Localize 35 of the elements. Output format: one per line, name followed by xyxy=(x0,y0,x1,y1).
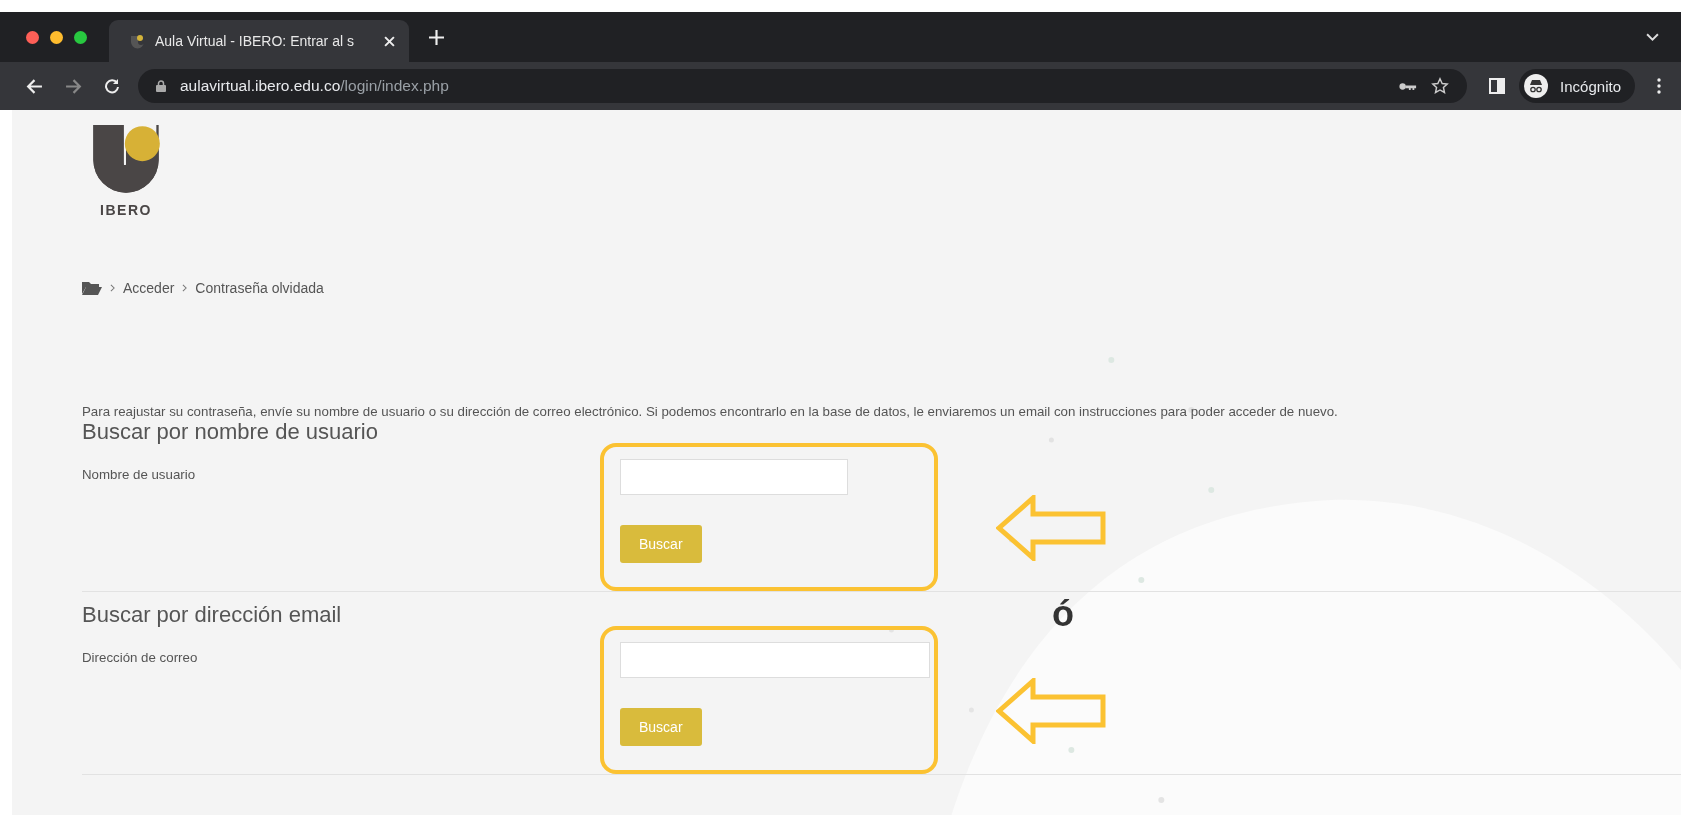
minimize-window-icon[interactable] xyxy=(50,30,63,44)
lock-icon xyxy=(156,80,166,92)
browser-tab[interactable]: Aula Virtual - IBERO: Entrar al s xyxy=(109,20,409,62)
reload-icon[interactable] xyxy=(104,78,120,94)
section-heading: Buscar por dirección email xyxy=(82,602,342,628)
close-window-icon[interactable] xyxy=(26,30,39,44)
chevron-right-icon xyxy=(182,284,188,292)
annotation-text: ó xyxy=(1052,593,1074,635)
logo[interactable]: IBERO xyxy=(88,122,164,218)
maximize-window-icon[interactable] xyxy=(74,30,87,44)
field-label: Nombre de usuario xyxy=(82,466,197,484)
section-heading: Buscar por nombre de usuario xyxy=(82,419,378,445)
field-label: Dirección de correo xyxy=(82,649,199,667)
breadcrumb-link[interactable]: Acceder xyxy=(123,280,175,296)
new-tab-icon[interactable] xyxy=(429,29,444,45)
breadcrumb-link[interactable]: Contraseña olvidada xyxy=(195,280,324,296)
close-icon[interactable] xyxy=(384,35,395,47)
shield-icon xyxy=(129,33,145,49)
arrow-icon xyxy=(996,678,1106,744)
input-field[interactable] xyxy=(620,459,848,495)
folder-icon[interactable] xyxy=(82,280,102,296)
chevron-down-icon[interactable] xyxy=(1646,32,1659,42)
forward-icon[interactable] xyxy=(65,77,82,95)
menu-icon[interactable] xyxy=(1657,78,1661,94)
side-panel-icon[interactable] xyxy=(1489,78,1506,94)
input-field[interactable] xyxy=(620,642,930,678)
arrow-icon xyxy=(996,495,1106,561)
key-icon[interactable] xyxy=(1399,81,1418,91)
star-icon[interactable] xyxy=(1431,77,1450,95)
instructions-text: Para reajustar su contraseña, envíe su nombre de usuario o su dirección de correo electrónico. Si podemos encontrarlo en la base de datos, le enviaremos un email con instrucciones para poder acceder de nuevo. xyxy=(82,404,1339,419)
incognito-profile-button[interactable]: Incógnito xyxy=(1519,69,1635,103)
address-bar[interactable]: aulavirtual.ibero.edu.co/login/index.php xyxy=(138,69,1468,103)
chevron-right-icon xyxy=(110,284,115,292)
back-icon[interactable] xyxy=(26,77,43,95)
incognito-icon xyxy=(1524,74,1549,98)
